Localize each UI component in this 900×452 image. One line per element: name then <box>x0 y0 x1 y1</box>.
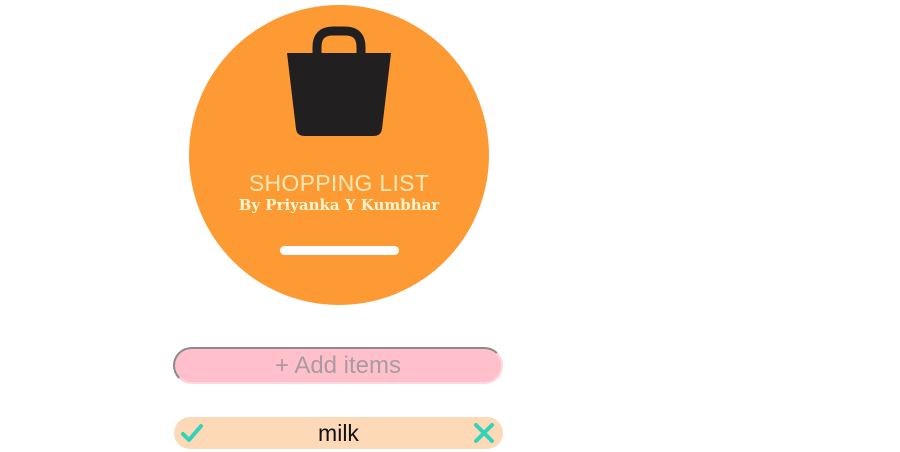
header-circle: SHOPPING LIST By Priyanka Y Kumbhar <box>189 5 489 305</box>
list-item-label: milk <box>318 420 359 446</box>
header-divider <box>280 246 399 255</box>
checkmark-icon[interactable] <box>181 423 203 443</box>
shopping-list-page: SHOPPING LIST By Priyanka Y Kumbhar milk <box>0 0 900 452</box>
app-title: SHOPPING LIST <box>248 170 430 196</box>
author-byline: By Priyanka Y Kumbhar <box>238 196 440 214</box>
shopping-bag-icon <box>287 26 391 136</box>
list-item: milk <box>174 417 503 449</box>
close-icon[interactable] <box>473 422 495 444</box>
add-item-input[interactable] <box>173 347 503 384</box>
